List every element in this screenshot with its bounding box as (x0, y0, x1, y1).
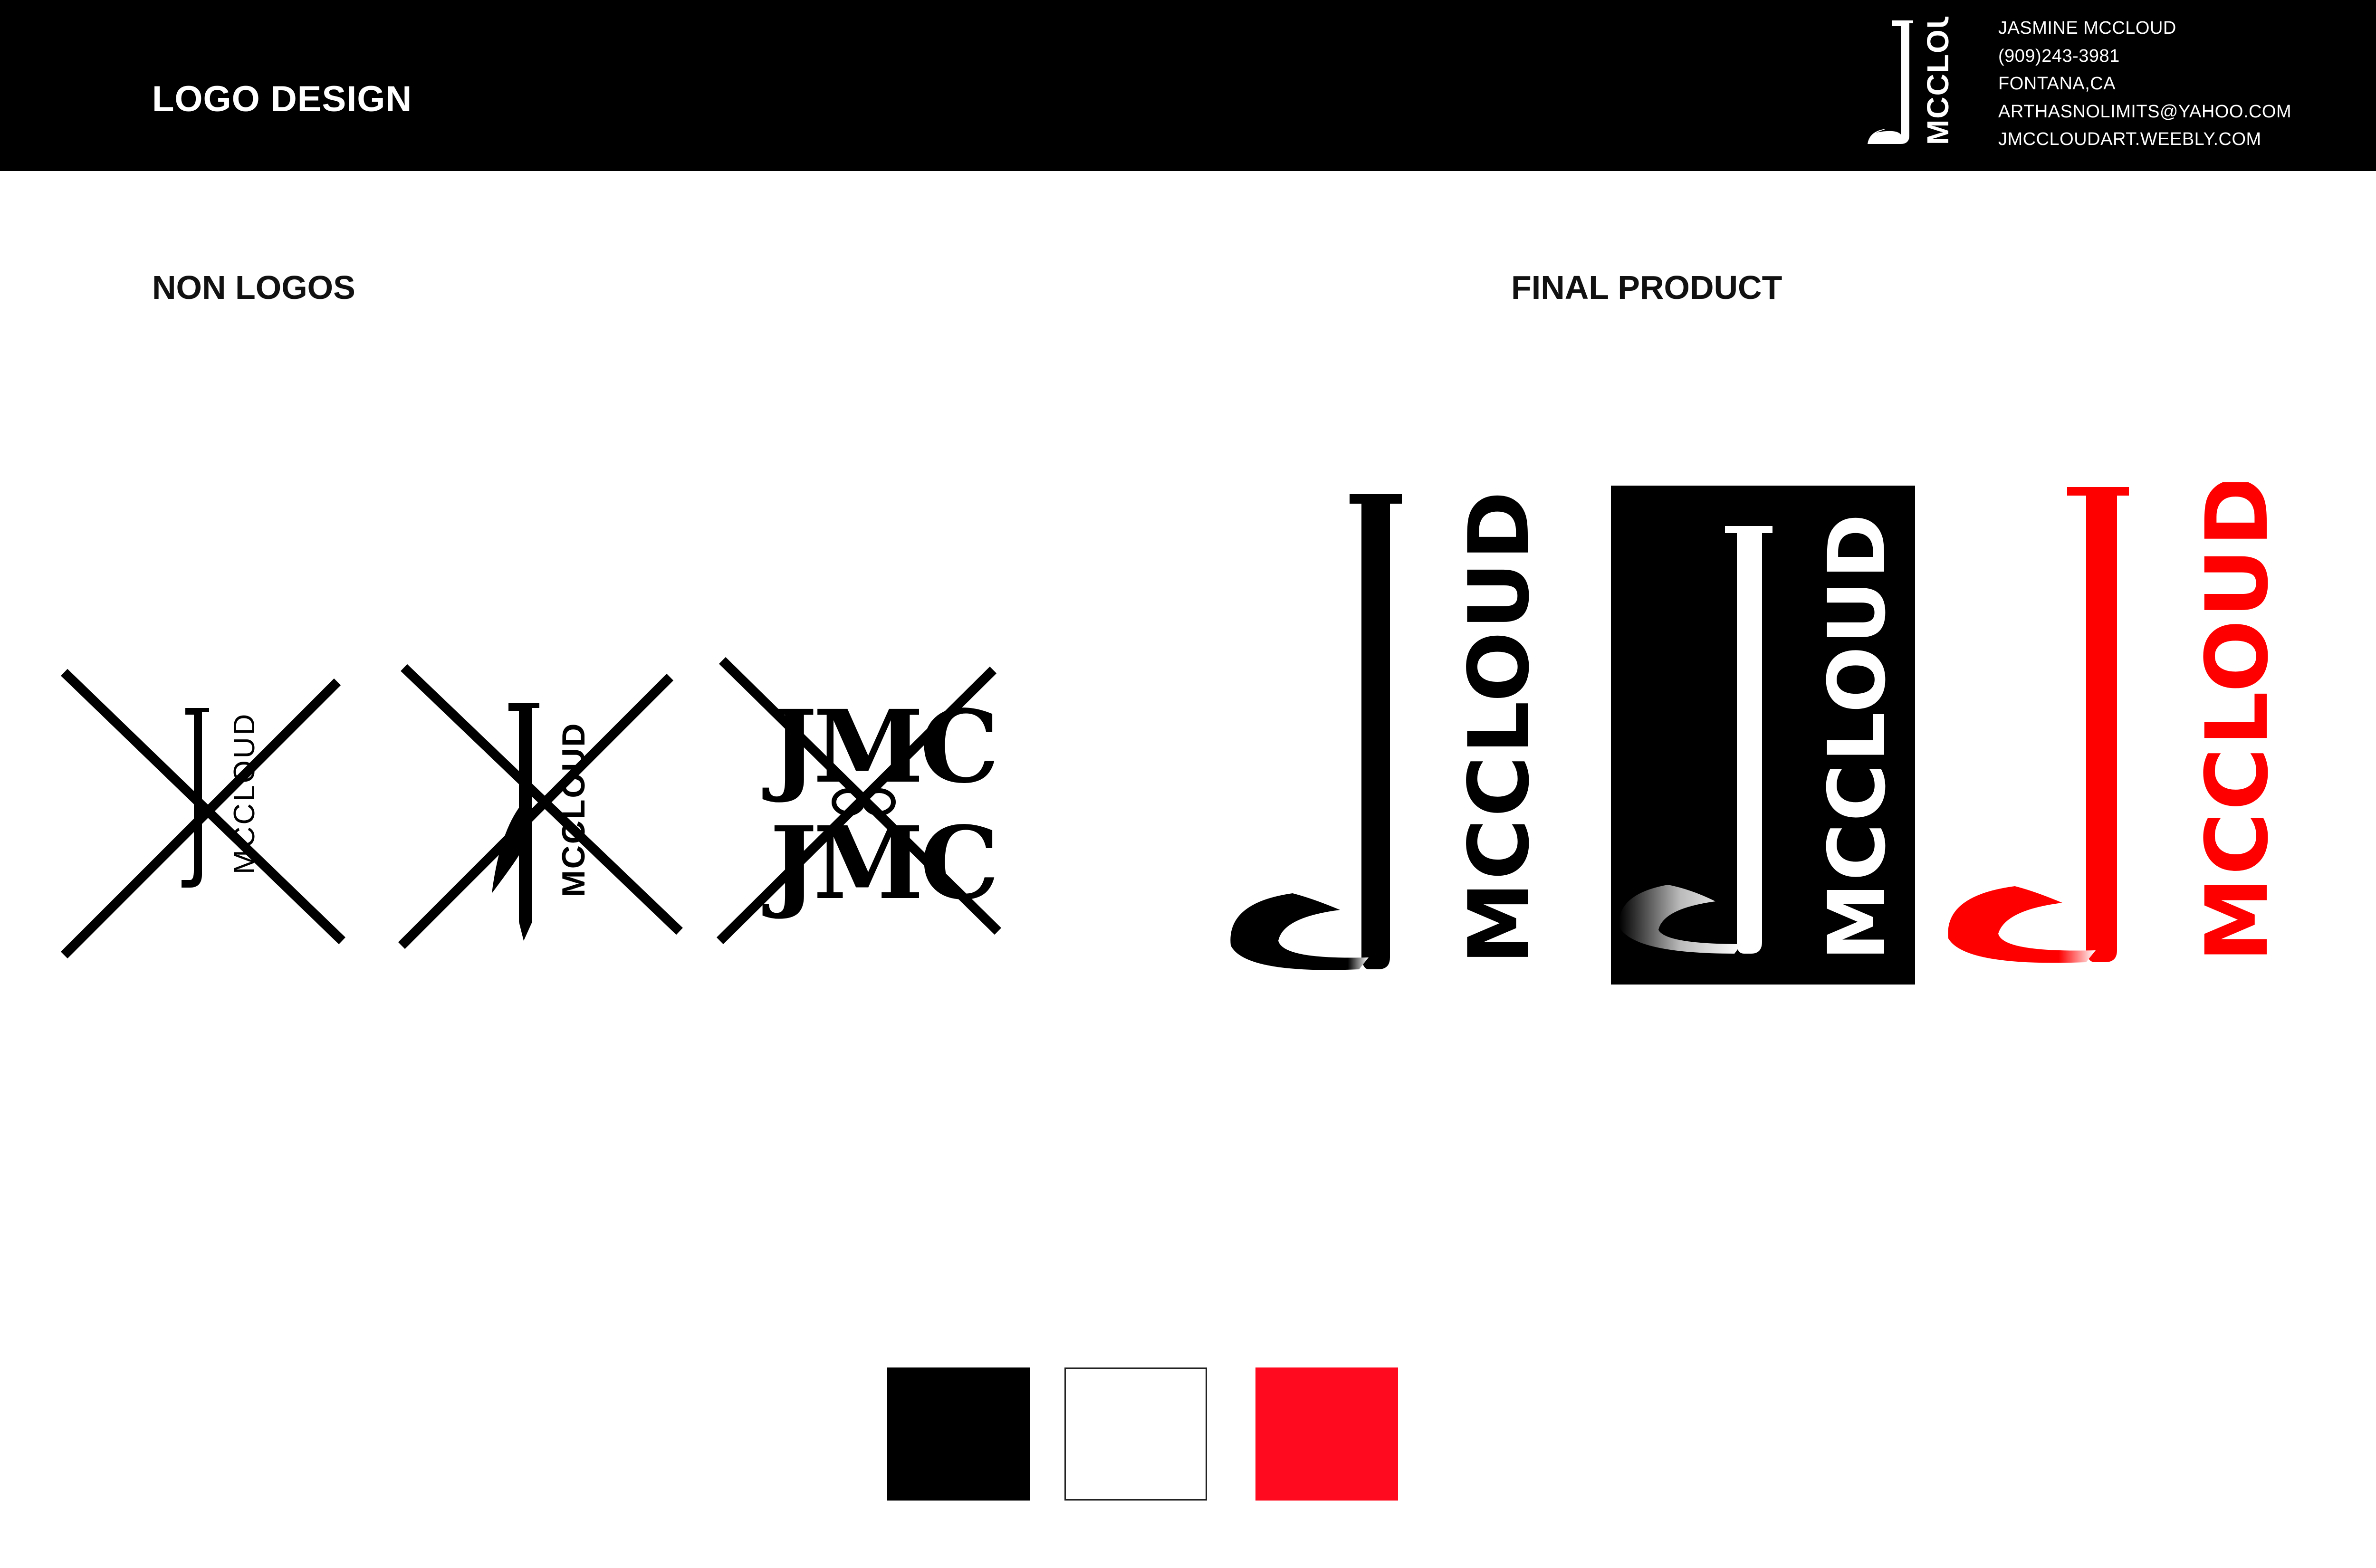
non-logo-j-mccloud: MCCLOUD (60, 669, 345, 959)
contact-email[interactable]: ARTHASNOLIMITS@YAHOO.COM (1998, 98, 2291, 126)
contact-location: FONTANA,CA (1998, 74, 2116, 94)
final-logo-white-on-black: MCCLOUD (1619, 512, 1903, 961)
page-title: LOGO DESIGN (152, 79, 412, 119)
final-logo-black: MCCLOUD (1230, 489, 1548, 970)
header-j-logo: MCCLOUD (1868, 17, 1955, 145)
non-logo-jmc-monogram: JMC JMC (716, 657, 1002, 945)
swatch-white (1064, 1367, 1207, 1501)
final-logo-red: MCCLOUD (1948, 482, 2287, 963)
contact-info: JASMINE MCCLOUD (909)243-3981 FONTANA,CA… (1998, 14, 2291, 153)
swatch-black (887, 1367, 1030, 1501)
swatch-red (1255, 1367, 1398, 1501)
contact-phone: (909)243-3981 (1998, 46, 2120, 66)
non-logos-heading: NON LOGOS (152, 269, 355, 306)
final-logo-3-wordmark: MCCLOUD (2188, 482, 2287, 962)
final-logo-2-wordmark: MCCLOUD (1811, 512, 1903, 961)
non-logo-2-wordmark: MCCLOUD (556, 722, 592, 897)
contact-website[interactable]: JMCCLOUDART.WEEBLY.COM (1998, 125, 2291, 153)
non-logo-j-mccloud-2: MCCLOUD (398, 664, 683, 949)
final-logo-1-wordmark: MCCLOUD (1451, 489, 1548, 965)
final-product-heading: FINAL PRODUCT (1511, 269, 1782, 306)
cross-line-2 (398, 673, 674, 949)
header-bar: LOGO DESIGN MCCLOUD JASMINE MCCLOUD (909… (0, 0, 2376, 171)
header-logo-wordmark: MCCLOUD (1921, 17, 1955, 145)
contact-name: JASMINE MCCLOUD (1998, 18, 2176, 38)
